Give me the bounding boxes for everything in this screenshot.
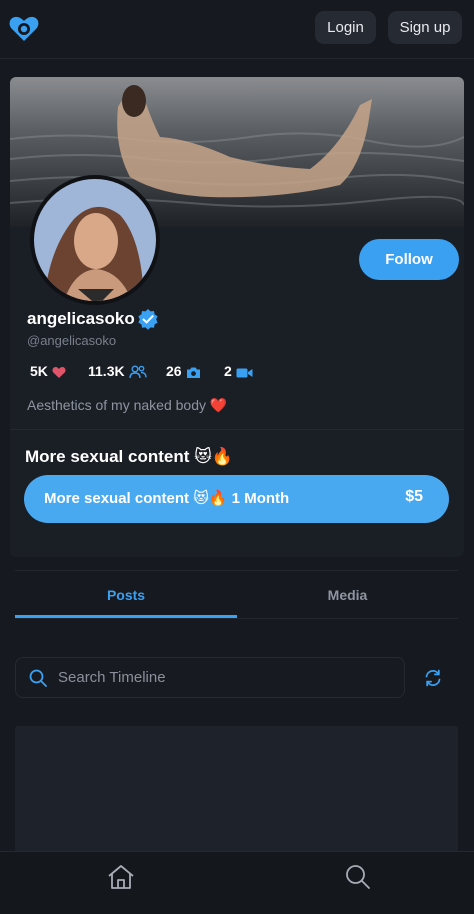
search-icon <box>29 669 47 687</box>
videos-stat: 2 <box>224 363 253 379</box>
profile-name: angelicasoko <box>27 309 135 328</box>
subscribe-button-label: More sexual content 😻🔥 1 Month <box>44 490 290 507</box>
tabs-top-border <box>15 570 458 571</box>
search-input[interactable]: Search Timeline <box>15 657 405 698</box>
avatar-image <box>34 179 156 301</box>
tab-posts[interactable]: Posts <box>15 587 237 603</box>
post-card-placeholder <box>15 726 458 856</box>
subscription-title: More sexual content 😻🔥 <box>25 447 233 466</box>
login-button[interactable]: Login <box>315 11 376 44</box>
logo-icon[interactable] <box>8 12 40 44</box>
subscribe-button[interactable]: More sexual content 😻🔥 1 Month $5 <box>24 475 449 523</box>
avatar[interactable] <box>30 175 160 305</box>
search-nav-icon[interactable] <box>345 864 371 890</box>
camera-icon <box>186 367 200 378</box>
divider <box>10 429 464 430</box>
heart-icon <box>52 366 66 378</box>
subscribers-count: 11.3K <box>88 363 125 379</box>
tab-media[interactable]: Media <box>237 587 458 603</box>
photos-count: 26 <box>166 363 182 379</box>
profile-bio: Aesthetics of my naked body ❤️ <box>27 397 228 413</box>
video-icon <box>236 368 253 378</box>
likes-count: 5K <box>30 363 48 379</box>
bottom-nav <box>0 851 474 914</box>
photos-stat: 26 <box>166 363 201 379</box>
likes-stat: 5K <box>30 363 66 379</box>
videos-count: 2 <box>224 363 232 379</box>
profile-handle: @angelicasoko <box>27 333 117 348</box>
users-icon <box>128 365 147 379</box>
tabs-bottom-border <box>15 618 458 619</box>
home-icon[interactable] <box>107 864 135 890</box>
search-placeholder: Search Timeline <box>58 669 166 686</box>
top-bar: Login Sign up <box>0 0 474 59</box>
profile-card: Follow angelicasoko @angelicasoko 5K 11.… <box>10 77 464 557</box>
signup-button[interactable]: Sign up <box>388 11 462 44</box>
subscribers-stat: 11.3K <box>88 363 147 379</box>
follow-button[interactable]: Follow <box>359 239 459 280</box>
refresh-icon[interactable] <box>423 668 443 688</box>
subscribe-price: $5 <box>405 488 423 505</box>
verified-badge-icon <box>138 309 158 330</box>
